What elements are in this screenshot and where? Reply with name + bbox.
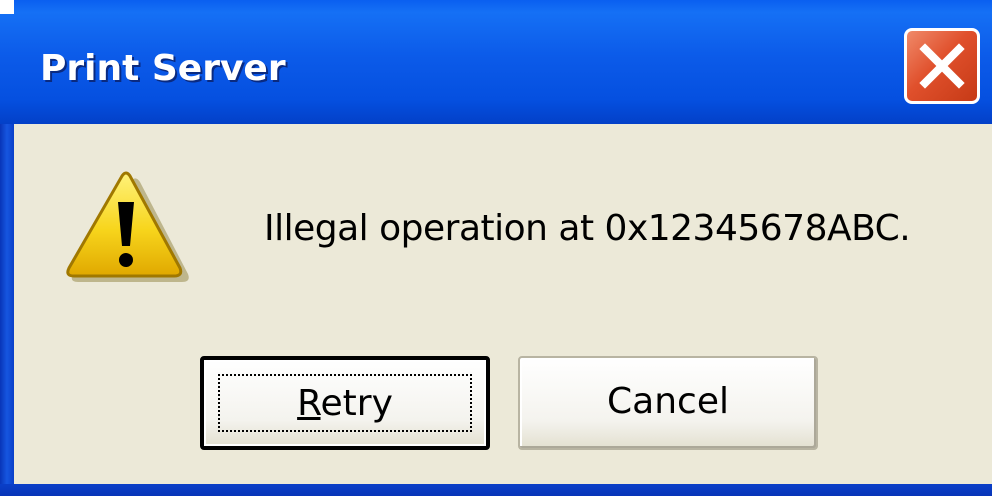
title-bar[interactable]: Print Server	[0, 0, 992, 124]
error-message: Illegal operation at 0x12345678ABC.	[264, 208, 911, 249]
close-button[interactable]	[904, 28, 980, 104]
warning-icon	[66, 171, 189, 282]
retry-label-rest: etry	[320, 383, 393, 424]
retry-button[interactable]: Retry	[200, 356, 490, 450]
retry-accelerator-key: R	[297, 383, 321, 424]
window-frame-bottom	[0, 484, 992, 496]
cancel-button[interactable]: Cancel	[518, 356, 818, 450]
cancel-button-label: Cancel	[607, 381, 729, 422]
close-icon	[919, 43, 965, 89]
window-frame-left	[0, 124, 14, 496]
window-title: Print Server	[40, 48, 286, 89]
window-corner	[0, 0, 14, 14]
retry-button-label: Retry	[297, 383, 393, 424]
dialog-window: Print Server Illegal operation at 0x1234…	[0, 0, 992, 496]
